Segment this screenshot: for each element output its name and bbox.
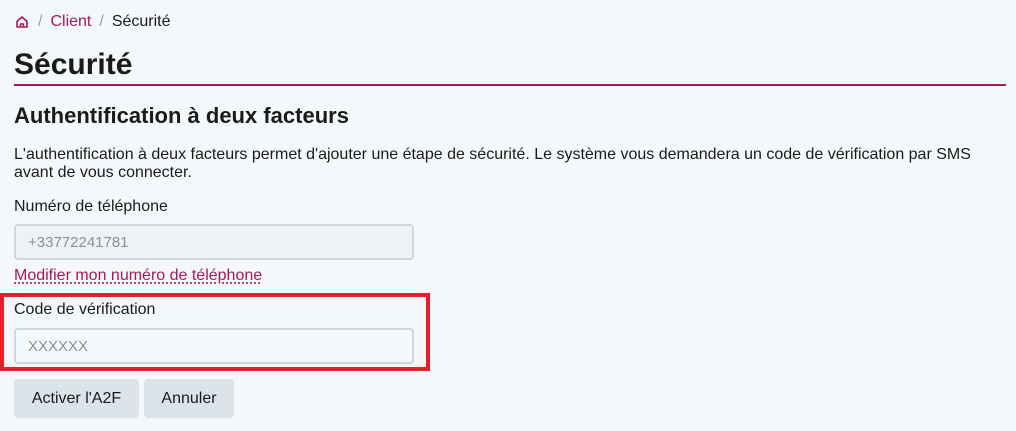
breadcrumb-link-client[interactable]: Client (50, 12, 91, 32)
two-factor-description: L'authentification à deux facteurs perme… (14, 146, 971, 181)
section-title-two-factor: Authentification à deux facteurs (14, 103, 349, 128)
title-divider (14, 84, 1006, 86)
breadcrumb-current: Sécurité (111, 13, 171, 30)
verification-code-label: Code de vérification (14, 301, 156, 318)
breadcrumb-separator: / (99, 13, 104, 30)
breadcrumb-separator: / (38, 13, 43, 30)
cancel-button[interactable]: Annuler (144, 379, 234, 418)
page-title: Sécurité (14, 48, 133, 81)
verification-code-input[interactable] (14, 328, 414, 364)
phone-input (14, 224, 414, 260)
home-icon[interactable] (14, 14, 30, 30)
change-phone-link[interactable]: Modifier mon numéro de téléphone (14, 266, 262, 286)
activate-2fa-button[interactable]: Activer l'A2F (14, 379, 139, 418)
breadcrumb: / Client / Sécurité (14, 12, 171, 32)
phone-label: Numéro de téléphone (14, 198, 168, 215)
